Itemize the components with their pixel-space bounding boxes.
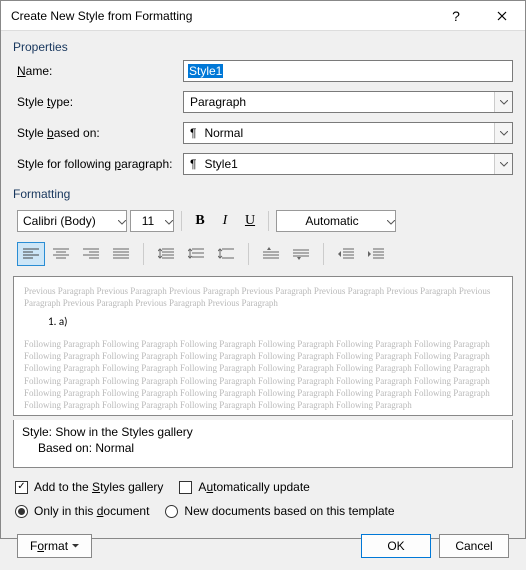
bold-button[interactable]: B xyxy=(189,210,211,232)
underline-button[interactable]: U xyxy=(239,210,261,232)
properties-heading: Properties xyxy=(13,40,513,54)
new-documents-radio[interactable]: New documents based on this template xyxy=(165,504,394,518)
preview-pane: Previous Paragraph Previous Paragraph Pr… xyxy=(13,276,513,416)
space-before-inc-button[interactable] xyxy=(257,242,285,266)
close-icon xyxy=(497,11,507,21)
spacing-1.5-button[interactable] xyxy=(182,242,210,266)
align-center-button[interactable] xyxy=(47,242,75,266)
align-justify-icon xyxy=(113,248,129,260)
align-right-button[interactable] xyxy=(77,242,105,266)
align-right-icon xyxy=(83,248,99,260)
chevron-down-icon[interactable] xyxy=(165,214,173,228)
increase-indent-button[interactable] xyxy=(362,242,390,266)
preview-sample: 1. a) xyxy=(48,315,502,330)
help-button[interactable]: ? xyxy=(433,1,479,31)
space-before-dec-button[interactable] xyxy=(287,242,315,266)
only-this-document-radio[interactable]: Only in this document xyxy=(15,504,149,518)
based-on-combo[interactable]: ¶Normal xyxy=(183,122,513,144)
close-button[interactable] xyxy=(479,1,525,31)
chevron-down-icon[interactable] xyxy=(118,214,126,228)
add-to-gallery-checkbox[interactable]: ✓ Add to the Styles gallery xyxy=(15,480,163,494)
font-color-combo[interactable]: Automatic xyxy=(276,210,396,232)
based-on-label: Style based on: xyxy=(13,126,183,140)
style-type-label: Style type: xyxy=(13,95,183,109)
chevron-down-icon[interactable] xyxy=(494,154,512,174)
format-button[interactable]: Format xyxy=(17,534,92,558)
ok-button[interactable]: OK xyxy=(361,534,431,558)
line-spacing-icon xyxy=(158,247,174,261)
cancel-button[interactable]: Cancel xyxy=(439,534,509,558)
font-combo[interactable]: Calibri (Body) xyxy=(17,210,127,232)
auto-update-checkbox[interactable]: Automatically update xyxy=(179,480,309,494)
style-description: Style: Show in the Styles gallery Based … xyxy=(13,420,513,468)
following-paragraph-combo[interactable]: ¶Style1 xyxy=(183,153,513,175)
formatting-heading: Formatting xyxy=(13,187,513,201)
following-label: Style for following paragraph: xyxy=(13,157,183,171)
spacing-2-button[interactable] xyxy=(212,242,240,266)
create-style-dialog: Create New Style from Formatting ? Prope… xyxy=(0,0,526,539)
italic-button[interactable]: I xyxy=(214,210,236,232)
line-spacing-icon xyxy=(188,247,204,261)
para-space-icon xyxy=(293,247,309,261)
align-left-button[interactable] xyxy=(17,242,45,266)
name-input[interactable]: Style1 xyxy=(183,60,513,82)
dialog-title: Create New Style from Formatting xyxy=(11,9,433,23)
spacing-1-button[interactable] xyxy=(152,242,180,266)
chevron-down-icon[interactable] xyxy=(387,214,395,228)
para-space-icon xyxy=(263,247,279,261)
decrease-indent-icon xyxy=(338,247,354,261)
style-type-combo[interactable]: Paragraph xyxy=(183,91,513,113)
chevron-down-icon[interactable] xyxy=(494,92,512,112)
font-size-combo[interactable]: 11 xyxy=(130,210,174,232)
align-justify-button[interactable] xyxy=(107,242,135,266)
name-label: Name: xyxy=(13,64,183,78)
chevron-down-icon[interactable] xyxy=(494,123,512,143)
decrease-indent-button[interactable] xyxy=(332,242,360,266)
preview-following: Following Paragraph Following Paragraph … xyxy=(24,338,502,411)
preview-previous: Previous Paragraph Previous Paragraph Pr… xyxy=(24,285,502,309)
line-spacing-icon xyxy=(218,247,234,261)
align-center-icon xyxy=(53,248,69,260)
align-left-icon xyxy=(23,248,39,260)
titlebar: Create New Style from Formatting ? xyxy=(1,1,525,31)
increase-indent-icon xyxy=(368,247,384,261)
chevron-down-icon xyxy=(72,544,79,548)
